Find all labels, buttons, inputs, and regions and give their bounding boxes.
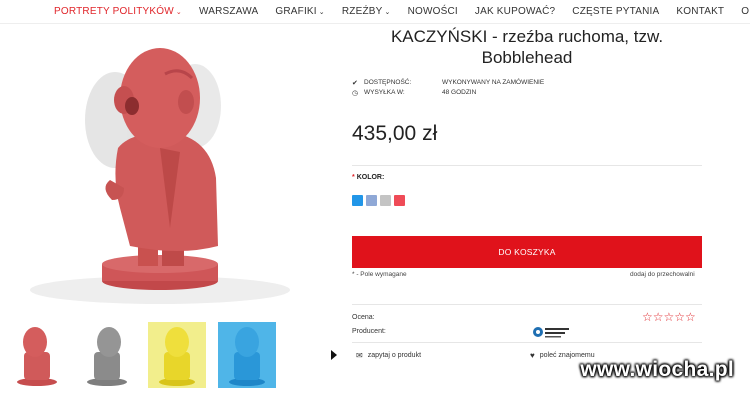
color-swatches: [352, 195, 408, 206]
producer-logo[interactable]: [532, 325, 572, 339]
ask-about-product-link[interactable]: ✉ zapytaj o produkt: [356, 351, 421, 360]
envelope-icon: ✉: [356, 351, 363, 360]
product-main-image[interactable]: [20, 28, 305, 308]
thumbnail-blue[interactable]: [218, 322, 276, 388]
shipping-value: 48 GODZIN: [442, 89, 477, 96]
rating-label: Ocena:: [352, 314, 375, 321]
swatch-blue[interactable]: [352, 195, 363, 206]
swatch-gray[interactable]: [380, 195, 391, 206]
nav-item-o-nas[interactable]: O NAS: [741, 6, 750, 17]
nav-item-grafiki[interactable]: GRAFIKI ⌄: [275, 6, 324, 17]
heart-icon: ♥: [530, 351, 535, 360]
swatch-red[interactable]: [394, 195, 405, 206]
divider: [352, 304, 702, 305]
nav-item-faq[interactable]: CZĘSTE PYTANIA: [572, 6, 659, 17]
required-mark: *: [352, 174, 355, 181]
thumbnail-strip: [8, 322, 288, 388]
thumbnail-gray[interactable]: [78, 322, 136, 388]
nav-item-warszawa[interactable]: WARSZAWA: [199, 6, 258, 17]
product-title: KACZYŃSKI - rzeźba ruchoma, tzw. Bobbleh…: [390, 27, 664, 67]
nav-item-rzezby[interactable]: RZEŹBY ⌄: [342, 6, 391, 17]
chevron-down-icon: ⌄: [318, 9, 325, 16]
availability-label: DOSTĘPNOŚĆ:: [364, 79, 412, 86]
availability-row: ✔ DOSTĘPNOŚĆ: WYKONYWANY NA ZAMÓWIENIE: [352, 79, 544, 87]
nav-item-kontakt[interactable]: KONTAKT: [676, 6, 724, 17]
product-page: PORTRETY POLITYKÓW ⌄ WARSZAWA GRAFIKI ⌄ RZ…: [0, 0, 750, 396]
nav-item-jak-kupowac[interactable]: JAK KUPOWAĆ?: [475, 6, 555, 17]
chevron-down-icon: ⌄: [175, 9, 182, 16]
swatch-light-blue[interactable]: [366, 195, 377, 206]
shipping-label: WYSYŁKA W:: [364, 89, 405, 96]
nav-item-nowosci[interactable]: NOWOŚCI: [408, 6, 458, 17]
product-price: 435,00 zł: [352, 122, 438, 145]
divider: [352, 165, 702, 166]
thumbnail-yellow[interactable]: [148, 322, 206, 388]
nav-item-portrety[interactable]: PORTRETY POLITYKÓW ⌄: [54, 6, 182, 17]
check-icon: ✔: [352, 80, 358, 87]
play-arrow-icon[interactable]: [331, 350, 337, 360]
availability-value: WYKONYWANY NA ZAMÓWIENIE: [442, 79, 545, 86]
clock-icon: ◷: [352, 90, 359, 97]
main-nav: PORTRETY POLITYKÓW ⌄ WARSZAWA GRAFIKI ⌄ RZ…: [0, 0, 750, 24]
rating-stars[interactable]: ☆☆☆☆☆: [642, 310, 696, 324]
required-note: * - Pole wymagane: [352, 271, 407, 278]
chevron-down-icon: ⌄: [384, 9, 391, 16]
producer-label: Producent:: [352, 328, 386, 335]
thumbnail-red[interactable]: [8, 322, 66, 388]
divider: [352, 342, 702, 343]
add-to-storage-link[interactable]: dodaj do przechowalni: [630, 271, 695, 278]
shipping-row: ◷ WYSYŁKA W: 48 GODZIN: [352, 89, 476, 97]
add-to-cart-button[interactable]: DO KOSZYKA: [352, 236, 702, 268]
watermark: www.wiocha.pl: [580, 358, 734, 381]
color-label: * KOLOR:: [352, 174, 385, 181]
